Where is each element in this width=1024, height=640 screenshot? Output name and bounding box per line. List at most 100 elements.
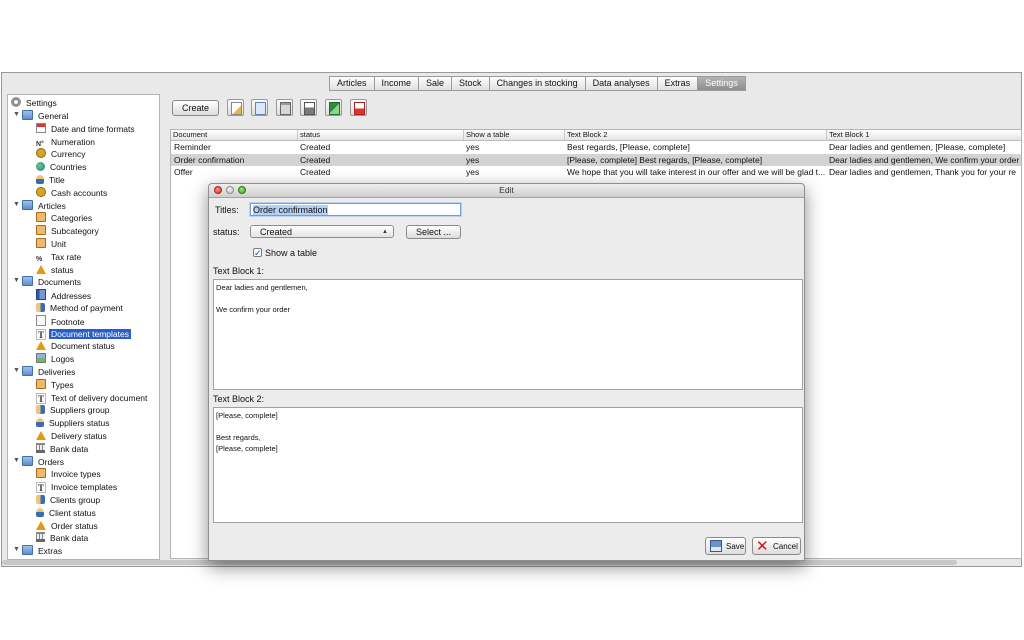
print-icon[interactable] xyxy=(300,99,317,116)
tab-stock[interactable]: Stock xyxy=(451,76,490,91)
tree-item[interactable]: Method of payment xyxy=(36,302,125,314)
tree-item[interactable]: Clients group xyxy=(36,494,102,506)
tree-item[interactable]: Date and time formats xyxy=(36,122,137,135)
tree-item[interactable]: Extras xyxy=(22,545,64,557)
tree-item[interactable]: Documents xyxy=(22,276,83,288)
table-row[interactable]: Order confirmation Created yes [Please, com… xyxy=(171,153,1021,166)
tree-item[interactable]: Orders xyxy=(22,455,66,468)
expand-triangle-icon[interactable]: ▼ xyxy=(13,546,20,553)
cell-text-block-1: Dear ladies and gentlemen, Thank you for… xyxy=(829,167,1016,178)
document-icon xyxy=(36,314,46,326)
save-button[interactable]: Save xyxy=(705,537,746,555)
create-button[interactable]: Create xyxy=(172,100,219,116)
tree-item-label: Tax rate xyxy=(51,251,82,262)
tree-item[interactable]: status xyxy=(36,264,76,276)
column-header-show-table[interactable]: Show a table xyxy=(463,130,564,140)
checkmark-icon: ✓ xyxy=(254,248,262,258)
tree-item-label: Clients group xyxy=(50,495,101,505)
tree-item[interactable]: Suppliers status xyxy=(36,417,111,429)
expand-triangle-icon[interactable]: ▼ xyxy=(13,201,20,208)
tree-item[interactable]: Articles xyxy=(22,199,68,212)
folder-icon xyxy=(22,276,33,287)
settings-tree[interactable]: Settings ▼ General Date and time formats N°… xyxy=(7,94,160,560)
table-row[interactable]: Reminder Created yes Best regards, [Please,… xyxy=(171,141,1021,153)
expand-triangle-icon[interactable]: ▼ xyxy=(13,111,20,118)
tree-item[interactable]: Currency xyxy=(36,148,87,160)
tab-changes-in-stocking[interactable]: Changes in stocking xyxy=(488,76,586,91)
tree-item[interactable]: Addresses xyxy=(36,289,93,301)
tree-item[interactable]: Subcategory xyxy=(36,225,101,237)
tab-articles[interactable]: Articles xyxy=(329,76,375,91)
tree-item-label: Articles xyxy=(38,200,66,211)
tab-data-analyses[interactable]: Data analyses xyxy=(584,76,658,91)
tree-item-label: Cash accounts xyxy=(51,187,108,198)
tab-extras[interactable]: Extras xyxy=(656,76,699,91)
dialog-titlebar: Edit xyxy=(209,184,804,198)
tree-item[interactable]: % Tax rate xyxy=(36,251,83,263)
box-icon xyxy=(36,238,46,248)
export-excel-icon[interactable] xyxy=(325,99,342,116)
titles-input[interactable]: Order confirmation xyxy=(250,203,461,216)
close-icon[interactable] xyxy=(214,186,222,194)
tree-item[interactable]: Suppliers group xyxy=(36,404,112,416)
folder-icon xyxy=(22,545,33,556)
tree-item[interactable]: Document status xyxy=(36,340,117,352)
cell-text-block-1: Dear ladies and gentlemen, [Please, comp… xyxy=(829,142,1006,152)
categories-icon xyxy=(36,212,46,223)
column-header-text-block-2[interactable]: Text Block 2 xyxy=(564,130,826,140)
tree-item[interactable]: Title xyxy=(36,174,67,186)
box-icon xyxy=(36,468,46,479)
tree-item[interactable]: T Invoice templates xyxy=(36,481,119,494)
delete-icon[interactable] xyxy=(276,99,293,116)
column-header-text-block-1[interactable]: Text Block 1 xyxy=(826,130,1021,140)
cancel-button[interactable]: ✕ Cancel xyxy=(752,537,801,555)
minimize-icon[interactable] xyxy=(226,186,234,194)
tab-income[interactable]: Income xyxy=(373,76,420,91)
export-pdf-icon[interactable] xyxy=(350,99,367,116)
tree-item[interactable]: Unit xyxy=(36,238,68,250)
person-icon xyxy=(36,507,44,517)
text-block-2-textarea[interactable]: [Please, complete] Best regards, [Please… xyxy=(213,407,803,523)
tree-item[interactable]: Bank data xyxy=(36,442,90,455)
tree-item[interactable]: Client status xyxy=(36,507,98,519)
column-header-document[interactable]: Document xyxy=(171,130,297,140)
tree-item[interactable]: Bank data xyxy=(36,532,90,544)
tree-item-label: Footnote xyxy=(51,316,85,327)
tree-item[interactable]: Delivery status xyxy=(36,430,109,442)
status-label: status: xyxy=(213,227,240,237)
column-header-status[interactable]: status xyxy=(297,130,463,140)
tree-item[interactable]: General xyxy=(22,110,70,122)
tree-root-settings[interactable]: Settings xyxy=(11,97,59,109)
maximize-icon[interactable] xyxy=(238,186,246,194)
tree-item[interactable]: Logos xyxy=(36,353,76,365)
group-icon xyxy=(36,495,45,504)
tree-item[interactable]: Order status xyxy=(36,520,100,532)
tree-item[interactable]: Types xyxy=(36,378,76,391)
tree-item[interactable]: Footnote xyxy=(36,314,87,327)
tab-sale[interactable]: Sale xyxy=(418,76,453,91)
tree-item[interactable]: T Document templates xyxy=(36,328,131,340)
tree-item-label: Suppliers status xyxy=(49,418,110,429)
tab-settings[interactable]: Settings xyxy=(697,76,746,91)
tree-item[interactable]: Cash accounts xyxy=(36,186,109,199)
status-select[interactable]: Created ▲ xyxy=(250,225,394,238)
expand-triangle-icon[interactable]: ▼ xyxy=(13,277,20,284)
cell-text-block-1: Dear ladies and gentlemen, We confirm yo… xyxy=(829,154,1020,165)
show-table-checkbox[interactable]: ✓ xyxy=(253,248,262,258)
tree-item[interactable]: N° Numeration xyxy=(36,136,97,148)
tree-item-label: Order status xyxy=(51,520,98,531)
expand-triangle-icon[interactable]: ▼ xyxy=(13,367,20,374)
tree-item[interactable]: Invoice types xyxy=(36,468,103,480)
tree-item[interactable]: T Text of delivery document xyxy=(36,392,149,404)
new-document-icon[interactable] xyxy=(227,99,244,116)
tree-item[interactable]: Categories xyxy=(36,212,94,224)
expand-triangle-icon[interactable]: ▼ xyxy=(13,457,20,464)
tree-item[interactable]: Countries xyxy=(36,161,88,173)
table-row[interactable]: Offer Created yes We hope that you will tak… xyxy=(171,166,1021,178)
select-button[interactable]: Select ... xyxy=(406,225,461,239)
tree-item[interactable]: Deliveries xyxy=(22,366,77,378)
group-icon xyxy=(36,405,45,415)
copy-document-icon[interactable] xyxy=(251,99,268,116)
chevron-updown-icon: ▲ xyxy=(382,229,388,235)
text-block-1-textarea[interactable]: Dear ladies and gentlemen, We confirm yo… xyxy=(213,279,803,390)
